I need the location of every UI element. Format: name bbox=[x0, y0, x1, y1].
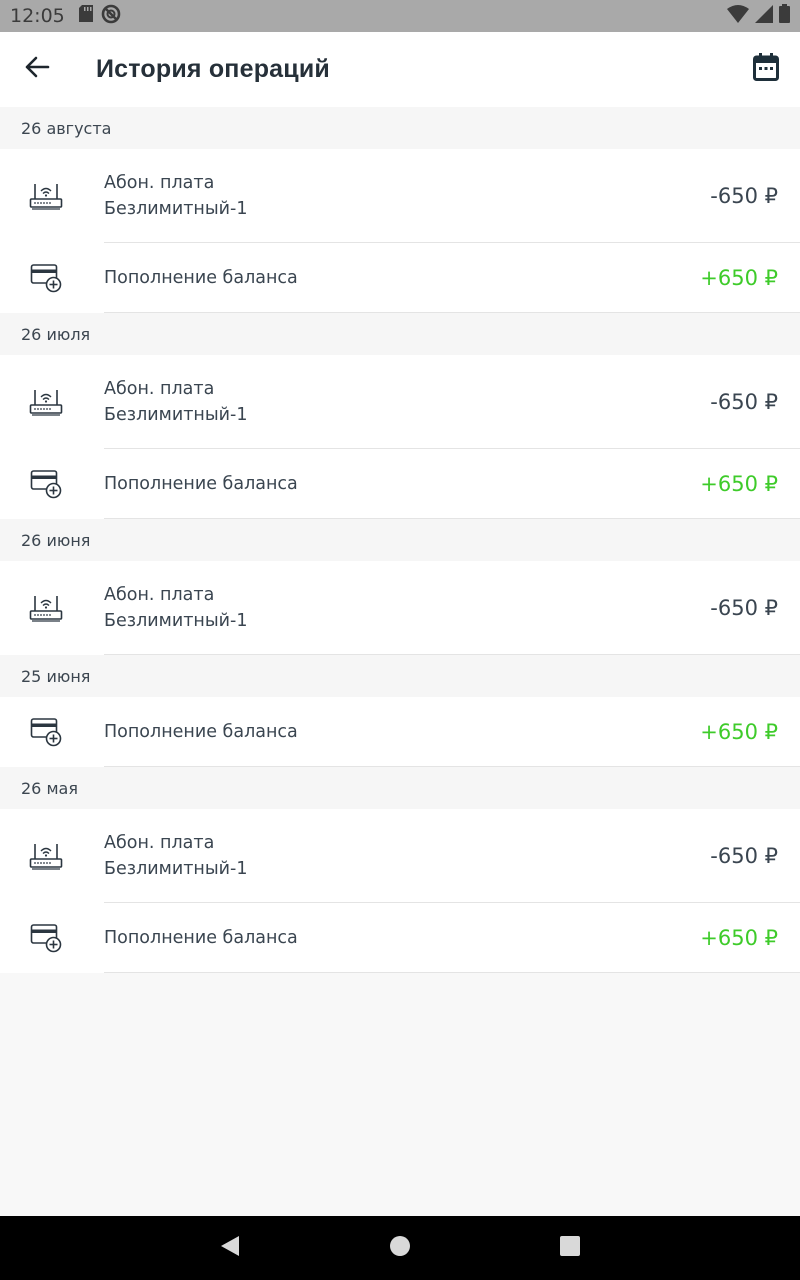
operation-tariff: Безлимитный-1 bbox=[104, 199, 248, 219]
router-icon bbox=[0, 355, 92, 449]
operation-title: Абон. плата bbox=[104, 833, 215, 853]
app-bar: История операций bbox=[0, 32, 800, 107]
date-header: 25 июня bbox=[0, 655, 800, 697]
operation-description: Пополнение баланса bbox=[104, 471, 298, 497]
status-bar: 12:05 bbox=[0, 0, 800, 32]
router-icon bbox=[0, 149, 92, 243]
row-divider bbox=[104, 518, 800, 519]
operation-tariff: Безлимитный-1 bbox=[104, 859, 248, 879]
operation-amount: -650 ₽ bbox=[710, 390, 778, 414]
operation-row-topup[interactable]: Пополнение баланса +650 ₽ bbox=[0, 243, 800, 313]
operation-description: Абон. плата Безлимитный-1 bbox=[104, 582, 248, 634]
operation-title: Пополнение баланса bbox=[104, 268, 298, 288]
date-header: 26 июля bbox=[0, 313, 800, 355]
calendar-button[interactable] bbox=[734, 32, 798, 107]
recents-square-icon bbox=[560, 1235, 580, 1261]
operation-row-topup[interactable]: Пополнение баланса +650 ₽ bbox=[0, 697, 800, 767]
card-add-icon bbox=[0, 243, 92, 313]
operation-description: Абон. плата Безлимитный-1 bbox=[104, 830, 248, 882]
operation-amount: -650 ₽ bbox=[710, 596, 778, 620]
row-divider bbox=[104, 766, 800, 767]
operation-amount: +650 ₽ bbox=[700, 266, 778, 290]
card-add-icon bbox=[0, 903, 92, 973]
nav-home-button[interactable] bbox=[315, 1216, 485, 1280]
operation-description: Пополнение баланса bbox=[104, 719, 298, 745]
operation-description: Абон. плата Безлимитный-1 bbox=[104, 170, 248, 222]
card-add-icon bbox=[0, 449, 92, 519]
operation-row-fee[interactable]: Абон. плата Безлимитный-1 -650 ₽ bbox=[0, 561, 800, 655]
row-divider bbox=[104, 312, 800, 313]
sync-disabled-icon bbox=[101, 4, 121, 29]
operation-row-fee[interactable]: Абон. плата Безлимитный-1 -650 ₽ bbox=[0, 149, 800, 243]
operation-title: Пополнение баланса bbox=[104, 928, 298, 948]
card-add-icon bbox=[0, 697, 92, 767]
operation-amount: -650 ₽ bbox=[710, 184, 778, 208]
operation-title: Абон. плата bbox=[104, 379, 215, 399]
router-icon bbox=[0, 561, 92, 655]
back-triangle-icon bbox=[220, 1235, 240, 1262]
operation-amount: +650 ₽ bbox=[700, 720, 778, 744]
operation-amount: -650 ₽ bbox=[710, 844, 778, 868]
operation-title: Пополнение баланса bbox=[104, 474, 298, 494]
sd-card-icon bbox=[78, 5, 93, 27]
wifi-icon bbox=[727, 4, 749, 28]
operations-list: 26 августа Абон. плата Безлимитный-1 -650 ₽… bbox=[0, 107, 800, 973]
operation-row-fee[interactable]: Абон. плата Безлимитный-1 -650 ₽ bbox=[0, 355, 800, 449]
nav-recents-button[interactable] bbox=[485, 1216, 655, 1280]
operation-amount: +650 ₽ bbox=[700, 472, 778, 496]
date-header: 26 июня bbox=[0, 519, 800, 561]
operation-description: Пополнение баланса bbox=[104, 925, 298, 951]
operation-title: Пополнение баланса bbox=[104, 722, 298, 742]
router-icon bbox=[0, 809, 92, 903]
date-header: 26 мая bbox=[0, 767, 800, 809]
row-divider bbox=[104, 972, 800, 973]
operation-tariff: Безлимитный-1 bbox=[104, 405, 248, 425]
system-nav-bar bbox=[0, 1216, 800, 1280]
date-header: 26 августа bbox=[0, 107, 800, 149]
operation-amount: +650 ₽ bbox=[700, 926, 778, 950]
operation-description: Абон. плата Безлимитный-1 bbox=[104, 376, 248, 428]
back-button[interactable] bbox=[0, 32, 74, 107]
operation-tariff: Безлимитный-1 bbox=[104, 611, 248, 631]
operation-title: Абон. плата bbox=[104, 585, 215, 605]
page-title: История операций bbox=[96, 55, 330, 83]
cellular-signal-icon bbox=[755, 4, 773, 28]
status-time: 12:05 bbox=[10, 5, 65, 27]
operation-title: Абон. плата bbox=[104, 173, 215, 193]
operation-row-fee[interactable]: Абон. плата Безлимитный-1 -650 ₽ bbox=[0, 809, 800, 903]
operation-row-topup[interactable]: Пополнение баланса +650 ₽ bbox=[0, 903, 800, 973]
nav-back-button[interactable] bbox=[145, 1216, 315, 1280]
row-divider bbox=[104, 654, 800, 655]
operation-row-topup[interactable]: Пополнение баланса +650 ₽ bbox=[0, 449, 800, 519]
home-circle-icon bbox=[389, 1235, 411, 1262]
battery-icon bbox=[779, 4, 790, 28]
arrow-left-icon bbox=[24, 56, 50, 83]
calendar-icon bbox=[753, 53, 779, 86]
operation-description: Пополнение баланса bbox=[104, 265, 298, 291]
